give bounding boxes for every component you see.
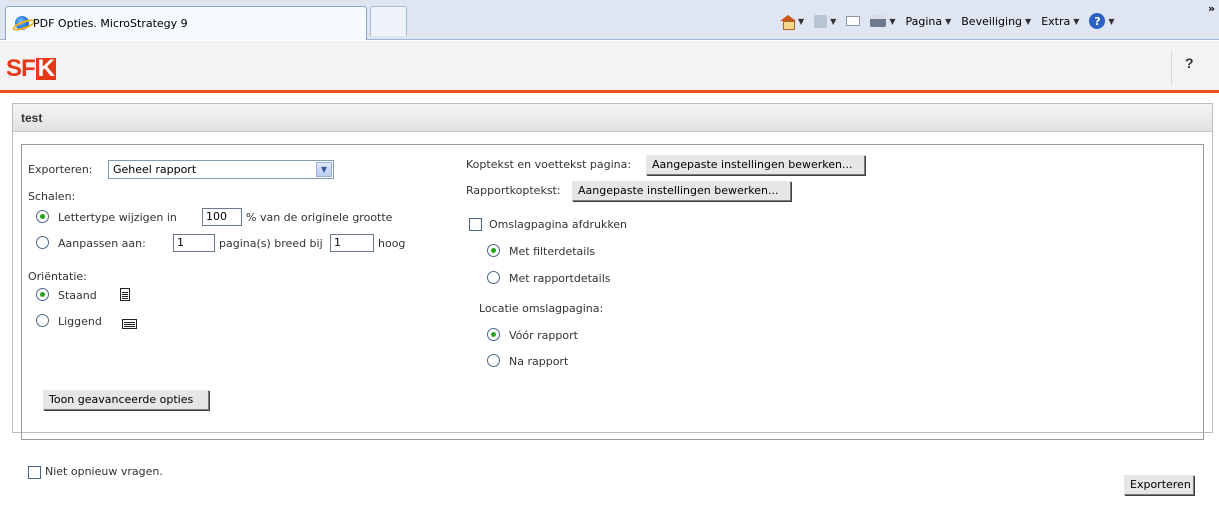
liggend-radio[interactable]	[36, 314, 49, 327]
omslag-checkbox[interactable]	[469, 218, 482, 231]
home-button[interactable]: ▼	[780, 14, 805, 30]
logo-mark: K	[35, 55, 57, 82]
lettertype-radio[interactable]	[36, 210, 49, 223]
exporteren-value: Geheel rapport	[113, 163, 197, 176]
header-divider	[1171, 51, 1172, 85]
orientatie-label: Oriëntatie:	[28, 270, 87, 283]
more-commands-chevron[interactable]: »	[1208, 2, 1215, 15]
hoog-input[interactable]: 1	[330, 234, 374, 252]
niet-opnieuw-checkbox[interactable]	[28, 466, 41, 479]
koptekst-edit-button[interactable]: Aangepaste instellingen bewerken...	[646, 155, 865, 175]
help-icon: ?	[1089, 13, 1106, 29]
chevron-down-icon: ▼	[889, 16, 896, 26]
filterdetails-label: Met filterdetails	[509, 245, 596, 258]
rapportdetails-label: Met rapportdetails	[509, 272, 611, 285]
home-icon	[780, 14, 796, 30]
na-rapport-label: Na rapport	[509, 355, 569, 368]
help-button[interactable]: ? ▼	[1089, 13, 1115, 29]
pdf-options-panel: test Exporteren: Geheel rapport ▼ Schale…	[12, 103, 1213, 440]
voor-rapport-radio[interactable]	[487, 328, 500, 341]
tab-title: PDF Opties. MicroStrategy 9	[33, 17, 188, 30]
exporteren-select[interactable]: Geheel rapport ▼	[108, 160, 334, 179]
omslag-label: Omslagpagina afdrukken	[489, 218, 628, 231]
staand-radio[interactable]	[36, 288, 49, 301]
sfk-logo: SF K	[6, 55, 57, 83]
menu-beveiliging-label: Beveiliging	[961, 14, 1023, 28]
locatie-label: Locatie omslagpagina:	[479, 302, 604, 315]
schalen-label: Schalen:	[28, 190, 76, 203]
menu-extra[interactable]: Extra ▼	[1041, 15, 1079, 28]
chevron-down-icon: ▼	[1108, 16, 1115, 26]
export-button[interactable]: Exporteren	[1124, 475, 1194, 495]
exporteren-label: Exporteren:	[28, 163, 93, 176]
new-tab-button[interactable]	[370, 6, 407, 36]
aanpassen-radio[interactable]	[36, 236, 49, 249]
lettertype-label: Lettertype wijzigen in	[58, 211, 177, 224]
koptekst-label: Koptekst en voettekst pagina:	[466, 158, 632, 171]
liggend-label: Liggend	[58, 315, 102, 328]
chevron-down-icon: ▼	[830, 16, 837, 26]
aanpassen-label: Aanpassen aan:	[58, 237, 146, 250]
help-link[interactable]: ?	[1185, 55, 1194, 71]
chevron-down-icon[interactable]: ▼	[316, 162, 332, 177]
ie-logo-icon	[15, 16, 29, 30]
landscape-page-icon	[122, 319, 137, 329]
portrait-page-icon	[120, 288, 130, 301]
menu-pagina[interactable]: Pagina ▼	[905, 15, 951, 28]
menu-pagina-label: Pagina	[905, 14, 943, 28]
browser-toolbar: PDF Opties. MicroStrategy 9 ▼ ▼ ▼ Pagina…	[0, 0, 1219, 40]
mail-button[interactable]	[846, 16, 861, 26]
app-header: SF K ?	[0, 41, 1219, 93]
panel-title: test	[13, 104, 1212, 132]
browser-tab[interactable]: PDF Opties. MicroStrategy 9	[5, 6, 367, 40]
feeds-button[interactable]: ▼	[814, 14, 837, 28]
menu-beveiliging[interactable]: Beveiliging ▼	[961, 15, 1031, 28]
voor-rapport-label: Vóór rapport	[509, 329, 578, 342]
lettertype-suffix: % van de originele grootte	[246, 211, 393, 224]
lettertype-input[interactable]: 100	[202, 208, 242, 226]
mail-icon	[846, 16, 861, 26]
rapportkoptekst-edit-button[interactable]: Aangepaste instellingen bewerken...	[572, 181, 791, 201]
niet-opnieuw-label: Niet opnieuw vragen.	[45, 465, 163, 478]
breed-suffix: pagina(s) breed bij	[219, 237, 323, 250]
rapportkoptekst-label: Rapportkoptekst:	[466, 184, 561, 197]
logo-text: SF	[6, 55, 36, 82]
chevron-down-icon: ▼	[1025, 16, 1032, 26]
advanced-options-button[interactable]: Toon geavanceerde opties	[43, 390, 209, 410]
command-bar: ▼ ▼ ▼ Pagina ▼ Beveiliging ▼ Extra ▼ ? ▼	[780, 10, 1125, 32]
chevron-down-icon: ▼	[798, 16, 805, 26]
rss-feed-icon	[814, 14, 828, 28]
staand-label: Staand	[58, 289, 97, 302]
breed-input[interactable]: 1	[173, 234, 215, 252]
na-rapport-radio[interactable]	[487, 354, 500, 367]
filterdetails-radio[interactable]	[487, 244, 500, 257]
print-button[interactable]: ▼	[870, 15, 895, 27]
rapportdetails-radio[interactable]	[487, 271, 500, 284]
options-box: Exporteren: Geheel rapport ▼ Schalen: Le…	[21, 144, 1204, 440]
hoog-suffix: hoog	[378, 237, 406, 250]
chevron-down-icon: ▼	[945, 16, 952, 26]
printer-icon	[870, 15, 887, 27]
chevron-down-icon: ▼	[1073, 16, 1080, 26]
menu-extra-label: Extra	[1041, 14, 1071, 28]
